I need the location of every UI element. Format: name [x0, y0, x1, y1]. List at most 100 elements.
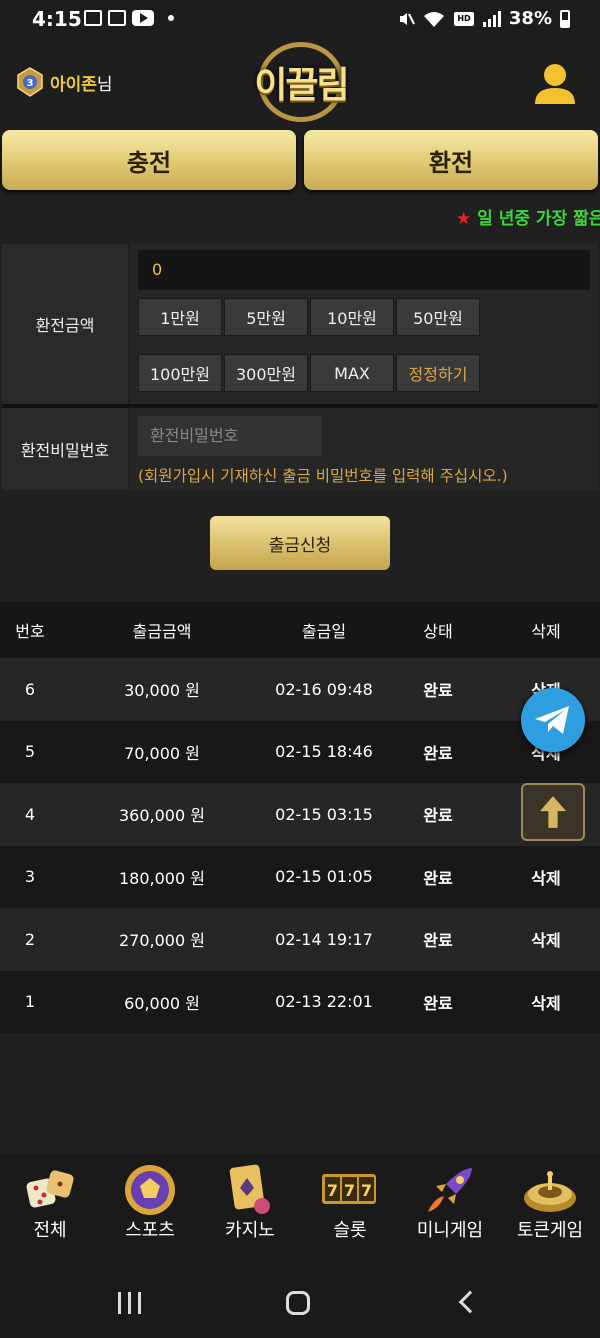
nav-label: 토큰게임: [516, 1220, 584, 1241]
row-date: 02-14 19:17: [275, 929, 373, 949]
rank-badge-icon: 3: [17, 67, 43, 97]
cards-icon: [229, 1164, 270, 1214]
table-row: 1 60,000 원 02-13 22:01 완료 삭제: [0, 970, 600, 1034]
amount-max-button[interactable]: MAX: [310, 354, 394, 392]
amount-10man-button[interactable]: 10만원: [310, 298, 394, 336]
scroll-top-button[interactable]: [521, 783, 585, 841]
battery-text: 38%: [508, 8, 552, 29]
table-row: 2 270,000 원 02-14 19:17 완료 삭제: [0, 908, 600, 971]
amount-300man-button[interactable]: 300만원: [224, 354, 308, 392]
soccer-ball-icon: [125, 1165, 175, 1215]
amount-100man-button[interactable]: 100만원: [138, 354, 222, 392]
row-no: 5: [24, 742, 36, 762]
nav-item-sports[interactable]: 스포츠: [100, 1154, 200, 1264]
status-bar: 4:15 HD 38%: [0, 0, 600, 40]
row-amount: 360,000 원: [119, 806, 205, 826]
password-label: 환전비밀번호: [2, 408, 128, 490]
row-delete-button[interactable]: 삭제: [492, 846, 600, 909]
row-date: 02-15 01:05: [275, 867, 373, 887]
nav-item-all[interactable]: 전체: [0, 1154, 100, 1264]
nav-label: 전체: [33, 1220, 67, 1241]
svg-text:3: 3: [27, 78, 34, 89]
marquee-text: 일 년중 가장 짧은: [477, 209, 600, 228]
roulette-icon: [524, 1171, 576, 1212]
password-hint: (회원가입시 기재하신 출금 비밀번호를 입력해 주십시오.): [138, 467, 508, 485]
exchange-form: 환전금액 0 1만원 5만원 10만원 50만원 100만원 300만원 MAX…: [2, 244, 598, 490]
header-delete: 삭제: [531, 622, 561, 641]
signal-icon: [482, 10, 501, 27]
recents-button-icon[interactable]: [118, 1292, 141, 1314]
wifi-icon: [423, 11, 444, 27]
amount-5man-button[interactable]: 5만원: [224, 298, 308, 336]
row-status: 완료: [423, 806, 453, 826]
header-status: 상태: [423, 622, 453, 641]
nav-item-casino[interactable]: 카지노: [200, 1154, 300, 1264]
logo-text: 이끌림: [254, 65, 349, 106]
star-icon: ★: [456, 209, 472, 228]
row-date: 02-16 09:48: [275, 679, 373, 699]
row-status: 완료: [423, 931, 453, 951]
app-header: 3 아이존님 이끌림: [0, 40, 600, 128]
withdraw-history-table: 번호 출금금액 출금일 상태 삭제 6 30,000 원 02-16 09:48 완료…: [0, 602, 600, 1033]
nav-item-tokengame[interactable]: 토큰게임: [500, 1154, 600, 1264]
password-field-area: 환전비밀번호 (회원가입시 기재하신 출금 비밀번호를 입력해 주십시오.): [130, 408, 598, 490]
nav-item-minigame[interactable]: 미니게임: [400, 1154, 500, 1264]
nav-item-slot[interactable]: 7 7 7 슬롯: [300, 1154, 400, 1264]
user-name-suffix: 님: [96, 74, 113, 95]
row-delete-button[interactable]: 삭제: [492, 971, 600, 1034]
row-amount: 180,000 원: [119, 868, 205, 888]
missed-call-icon: [108, 10, 126, 26]
amount-input[interactable]: 0: [138, 250, 590, 290]
table-row: 4 360,000 원 02-15 03:15 완료 삭제: [0, 783, 600, 846]
nav-label: 슬롯: [333, 1220, 367, 1241]
table-row: 630,000 원02-16 09:48완료삭제: [0, 658, 600, 721]
row-status: 완료: [423, 743, 453, 763]
password-input[interactable]: 환전비밀번호: [138, 416, 322, 456]
row-status: 완료: [423, 681, 453, 701]
telegram-button[interactable]: [521, 688, 585, 752]
charge-button[interactable]: 충전: [2, 130, 296, 190]
svg-text:7: 7: [361, 1181, 372, 1200]
hd-voice-icon: HD: [453, 11, 474, 26]
site-logo[interactable]: 이끌림: [246, 42, 356, 122]
row-date: 02-15 03:15: [275, 804, 373, 824]
row-amount: 270,000 원: [119, 931, 205, 951]
amount-1man-button[interactable]: 1만원: [138, 298, 222, 336]
nav-label: 미니게임: [416, 1220, 484, 1241]
notification-dot-icon: [168, 15, 174, 21]
svg-text:7: 7: [327, 1181, 338, 1200]
bottom-nav: 전체 스포츠 카지노 7 7 7 슬롯 미니게임 토큰게임: [0, 1154, 600, 1264]
status-time: 4:15: [32, 7, 82, 31]
row-no: 4: [24, 804, 36, 824]
youtube-icon: [132, 10, 154, 26]
row-status: 완료: [423, 993, 453, 1013]
row-amount: 30,000 원: [124, 681, 200, 701]
header-amount: 출금금액: [132, 622, 192, 641]
home-button-icon[interactable]: [286, 1291, 310, 1315]
table-row: 3 180,000 원 02-15 01:05 완료 삭제: [0, 845, 600, 909]
notice-marquee: ★ 일 년중 가장 짧은: [456, 204, 600, 228]
amount-reset-button[interactable]: 정정하기: [396, 354, 480, 392]
profile-icon[interactable]: [532, 60, 578, 106]
row-amount: 70,000 원: [124, 743, 200, 763]
row-status: 완료: [423, 868, 453, 888]
rocket-icon: [428, 1168, 472, 1212]
amount-50man-button[interactable]: 50만원: [396, 298, 480, 336]
nav-label: 카지노: [225, 1220, 275, 1241]
slot-777-icon: 7 7 7: [322, 1174, 376, 1204]
row-delete-button[interactable]: 삭제: [492, 908, 600, 971]
withdraw-request-button[interactable]: 출금신청: [210, 516, 390, 570]
exchange-button[interactable]: 환전: [304, 130, 598, 190]
amount-field-area: 0 1만원 5만원 10만원 50만원 100만원 300만원 MAX 정정하기: [130, 244, 598, 404]
table-row: 5 70,000 원 02-15 18:46 완료 삭제: [0, 720, 600, 783]
user-badge[interactable]: 3 아이존님: [14, 66, 113, 98]
back-button-icon[interactable]: [458, 1290, 482, 1314]
amount-label: 환전금액: [2, 244, 128, 404]
android-nav-bar: [0, 1264, 600, 1338]
header-date: 출금일: [301, 622, 347, 641]
row-date: 02-13 22:01: [275, 992, 373, 1012]
header-no: 번호: [15, 622, 45, 641]
dice-icon: [26, 1170, 74, 1208]
svg-text:7: 7: [344, 1181, 355, 1200]
row-date: 02-15 18:46: [275, 742, 373, 762]
